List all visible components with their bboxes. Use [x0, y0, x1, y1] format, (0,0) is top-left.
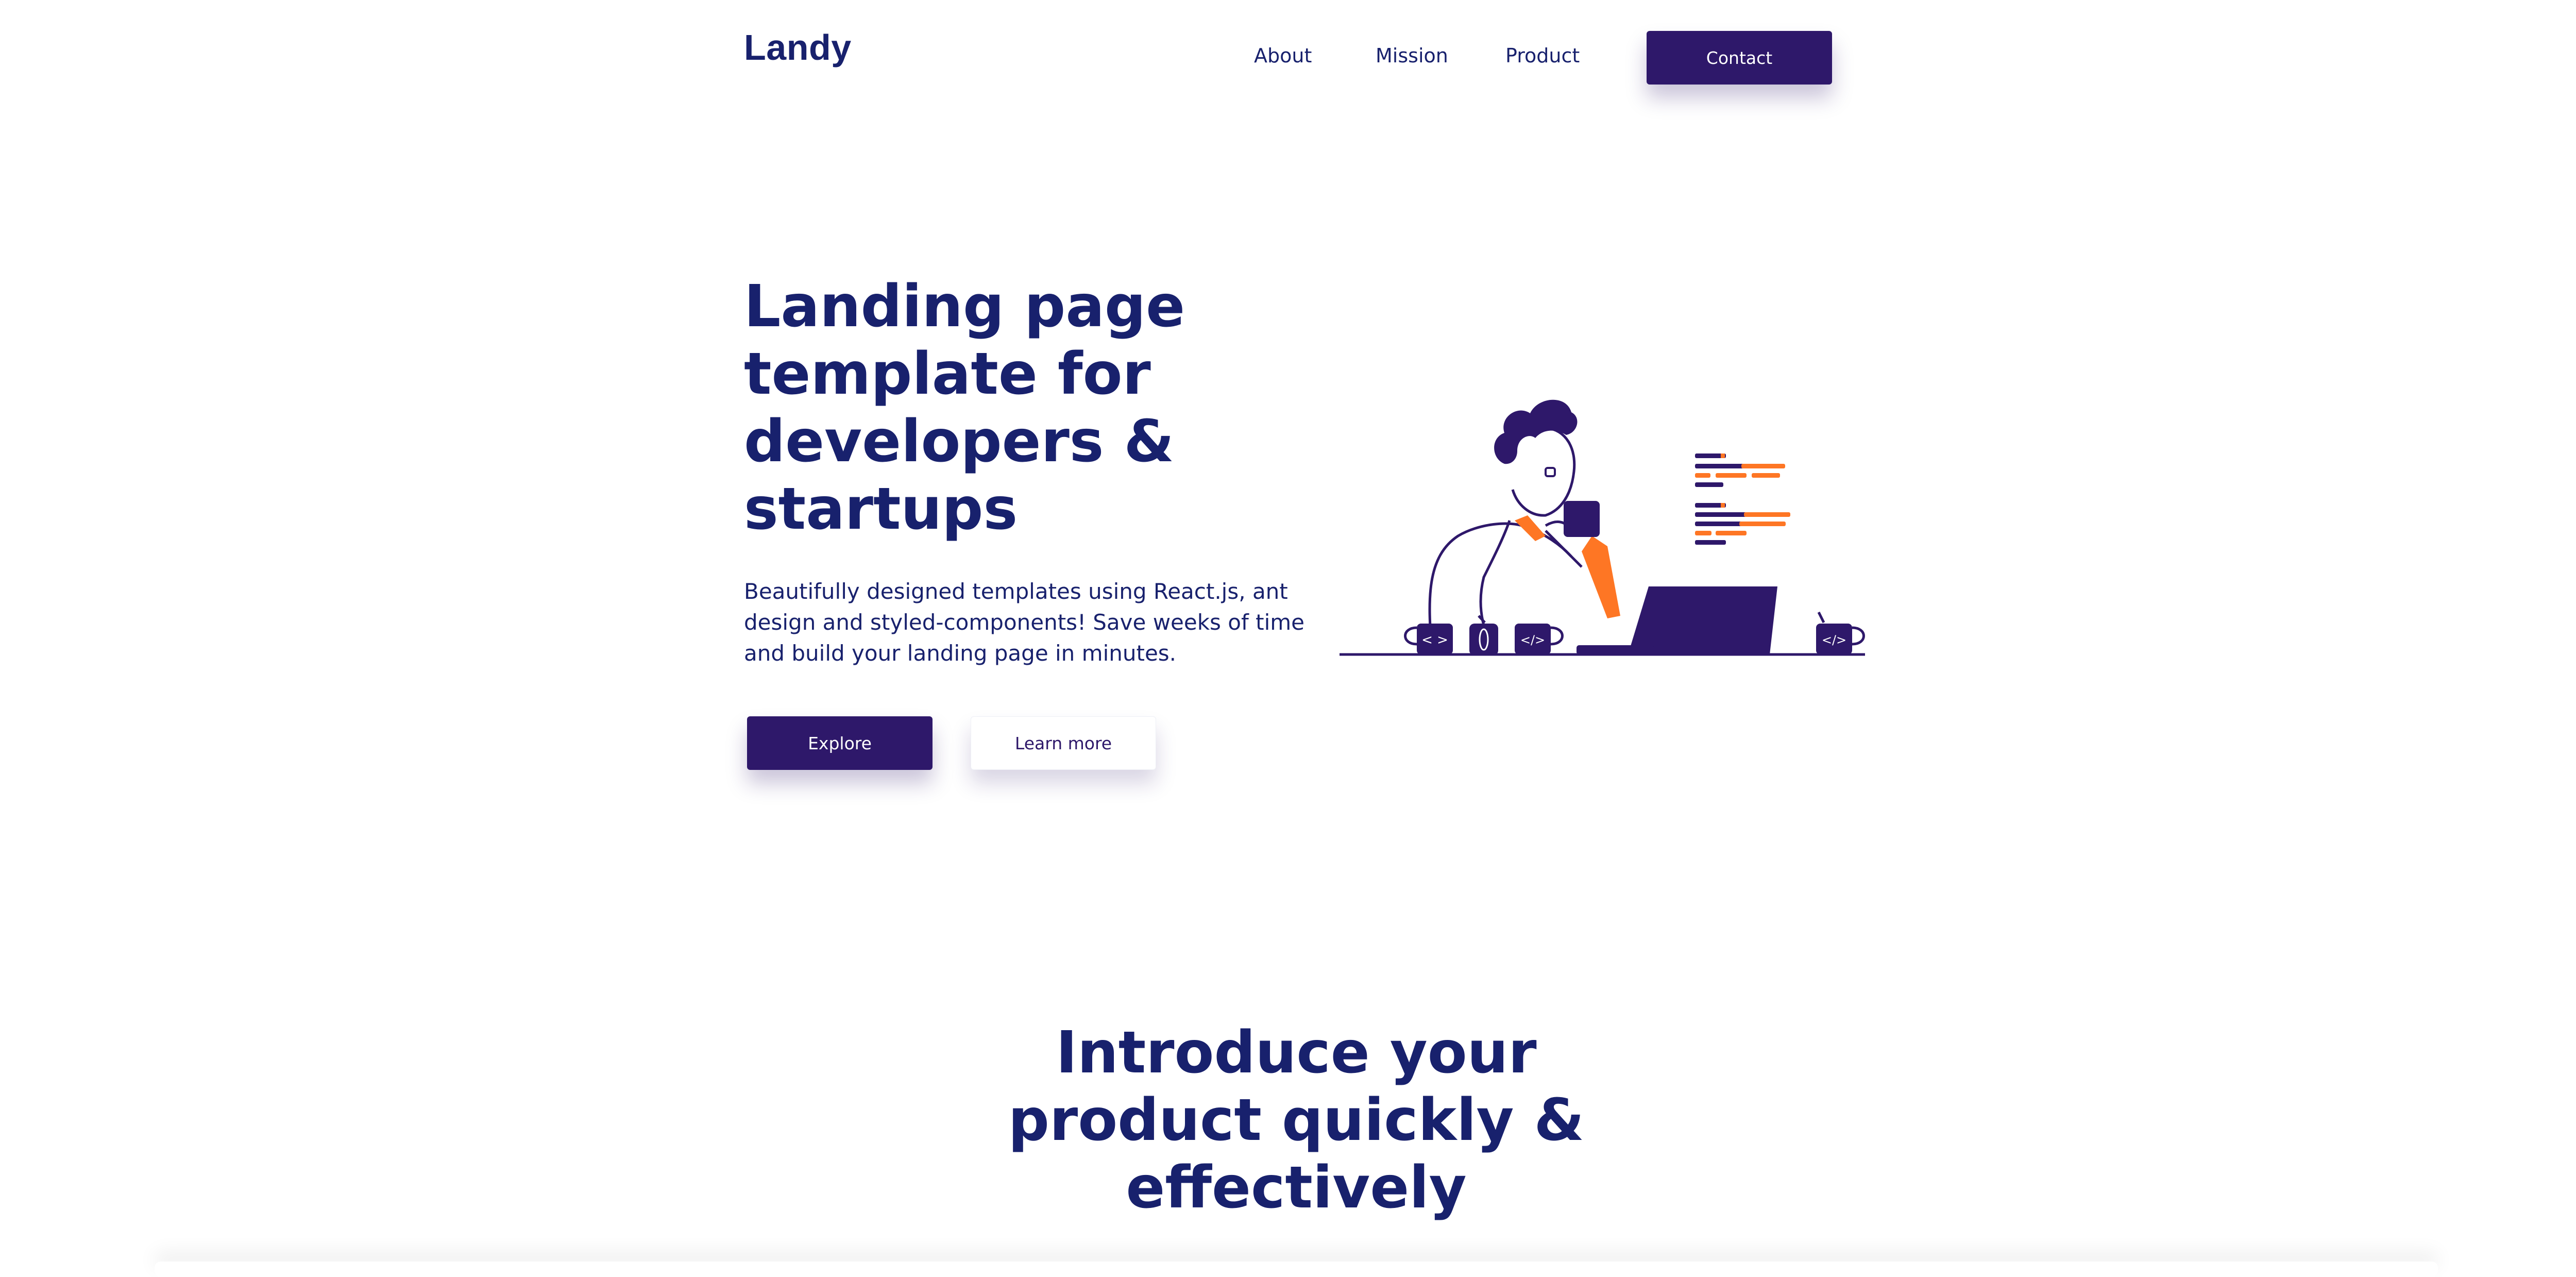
hero-description-line: Beautifully designed templates using Rea…	[744, 579, 1288, 604]
intro-title-line: Introduce your	[1056, 1019, 1537, 1086]
nav-link-mission[interactable]: Mission	[1376, 44, 1448, 67]
mug-right-glyph: </>	[1822, 633, 1846, 647]
hero-title: Landing page template for developers & s…	[744, 273, 1208, 543]
intro-title: Introduce your product quickly & effecti…	[773, 1019, 1820, 1222]
nav-link-about[interactable]: About	[1254, 44, 1312, 67]
hero-title-line: Landing page	[744, 273, 1185, 340]
contact-button[interactable]: Contact	[1647, 31, 1832, 85]
mug-right-icon: </>	[1816, 611, 1865, 654]
intro-title-line: product quickly &	[1008, 1087, 1585, 1154]
can-icon	[1469, 615, 1498, 656]
mug-middle-icon: </>	[1515, 624, 1564, 654]
hero-description: Beautifully designed templates using Rea…	[744, 576, 1326, 669]
hero-description-line: design and styled-components! Save weeks…	[744, 610, 1305, 635]
person-figure	[1428, 399, 1620, 655]
nav-link-product[interactable]: Product	[1505, 44, 1580, 67]
explore-button[interactable]: Explore	[747, 716, 933, 770]
mug-left-icon: < >	[1404, 624, 1453, 654]
mug-middle-glyph: </>	[1520, 633, 1545, 647]
hero-title-line: startups	[744, 476, 1018, 543]
mug-left-glyph: < >	[1421, 632, 1448, 648]
section-card-edge	[155, 1262, 2438, 1277]
code-snippet-icon	[1695, 453, 1790, 545]
developer-illustration: < > </> </>	[1340, 399, 1865, 656]
hero-title-line: developers &	[744, 408, 1175, 475]
hero-title-line: template for	[744, 341, 1151, 408]
logo[interactable]: Landy	[744, 27, 852, 68]
learn-more-button[interactable]: Learn more	[971, 716, 1156, 770]
intro-title-line: effectively	[1126, 1154, 1467, 1221]
hero-description-line: and build your landing page in minutes.	[744, 641, 1177, 666]
